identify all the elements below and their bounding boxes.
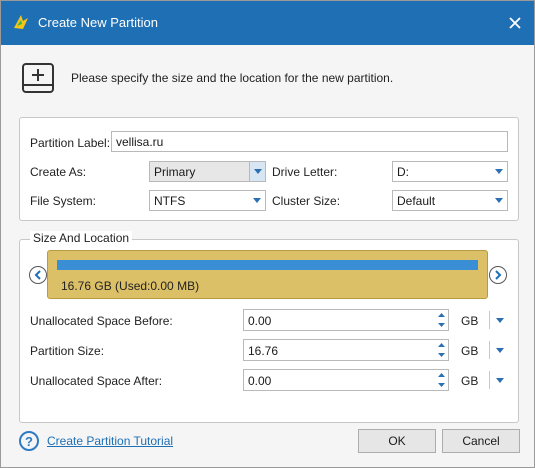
cluster-size-select[interactable]: Default [392,190,508,211]
file-system-value: NTFS [154,194,186,208]
unit-dropdown-icon[interactable] [494,315,506,325]
help-icon[interactable]: ? [19,431,39,451]
partition-label-input[interactable]: vellisa.ru [111,131,508,152]
chevron-down-icon [249,162,265,181]
window-title: Create New Partition [38,15,158,30]
spin-down-icon[interactable] [434,320,448,330]
unit-label: GB [461,314,479,328]
create-as-caption: Create As: [30,165,87,179]
size-location-title: Size And Location [30,231,133,245]
chevron-down-icon [249,191,265,210]
title-bar: Create New Partition [1,1,534,45]
spin-down-icon[interactable] [434,350,448,360]
partition-used-fill [57,260,478,270]
partition-size-input[interactable]: 16.76 [243,339,449,361]
unallocated-after-caption: Unallocated Space After: [30,374,163,388]
ok-button[interactable]: OK [358,429,436,453]
unit-label: GB [461,374,479,388]
unit-divider [489,311,490,329]
cluster-size-caption: Cluster Size: [272,194,341,208]
unallocated-before-value: 0.00 [248,314,272,328]
create-as-select[interactable]: Primary [149,161,266,182]
unit-dropdown-icon[interactable] [494,345,506,355]
partition-size-text: 16.76 GB (Used:0.00 MB) [61,279,200,293]
close-icon [509,17,521,29]
tutorial-link[interactable]: Create Partition Tutorial [47,434,173,448]
chevron-left-icon [34,270,41,280]
spin-up-icon[interactable] [434,340,448,350]
spinner[interactable] [434,340,448,360]
unallocated-after-input[interactable]: 0.00 [243,369,449,391]
drive-letter-value: D: [397,165,409,179]
drive-letter-caption: Drive Letter: [272,165,338,179]
scroll-left-button[interactable] [29,266,47,284]
disk-plus-icon [22,63,54,93]
cancel-button[interactable]: Cancel [442,429,520,453]
create-partition-dialog: Create New Partition Please specify the … [0,0,535,468]
chevron-right-icon [495,270,502,280]
unit-label: GB [461,344,479,358]
scroll-right-button[interactable] [489,266,507,284]
file-system-select[interactable]: NTFS [149,190,266,211]
minitool-logo-icon [14,15,28,29]
spin-up-icon[interactable] [434,310,448,320]
spinner[interactable] [434,370,448,390]
spin-down-icon[interactable] [434,380,448,390]
spin-up-icon[interactable] [434,370,448,380]
chevron-down-icon [491,191,507,210]
unallocated-before-input[interactable]: 0.00 [243,309,449,331]
unit-dropdown-icon[interactable] [494,375,506,385]
unallocated-after-value: 0.00 [248,374,272,388]
unit-divider [489,371,490,389]
partition-label-caption: Partition Label: [30,136,111,150]
create-as-value: Primary [154,165,196,179]
partition-size-value: 16.76 [248,344,279,358]
spinner[interactable] [434,310,448,330]
instruction-text: Please specify the size and the location… [71,71,394,85]
chevron-down-icon [491,162,507,181]
partition-size-bar[interactable]: 16.76 GB (Used:0.00 MB) [47,250,488,299]
file-system-caption: File System: [30,194,97,208]
drive-letter-select[interactable]: D: [392,161,508,182]
partition-size-caption: Partition Size: [30,344,105,358]
unallocated-before-caption: Unallocated Space Before: [30,314,173,328]
cluster-size-value: Default [397,194,436,208]
close-button[interactable] [502,10,528,36]
unit-divider [489,341,490,359]
